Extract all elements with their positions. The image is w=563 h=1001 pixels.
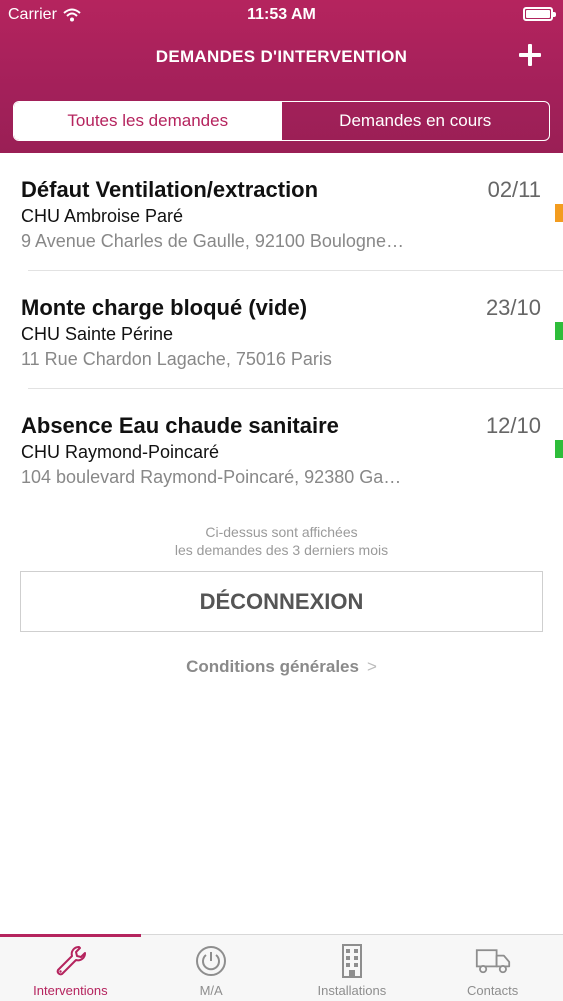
- tab-label: M/A: [199, 983, 223, 998]
- tab-label: Contacts: [466, 983, 519, 998]
- status-indicator: [555, 204, 563, 222]
- building-icon: [341, 944, 362, 978]
- tab-bar: Interventions M/A Installations Contacts: [0, 934, 563, 1001]
- chevron-right-icon: >: [366, 657, 377, 676]
- power-icon: [196, 946, 227, 976]
- request-title: Défaut Ventilation/extraction: [21, 177, 319, 202]
- request-title: Monte charge bloqué (vide): [21, 295, 308, 320]
- status-indicator: [555, 440, 563, 458]
- segment-toutes[interactable]: Toutes les demandes: [14, 102, 282, 140]
- request-row-3[interactable]: Absence Eau chaude sanitaire 12/10 CHU R…: [0, 389, 563, 507]
- header: Carrier 11:53 AM DEMANDES D'INTERVENTION…: [0, 0, 563, 153]
- tab-ma[interactable]: M/A: [141, 935, 282, 1001]
- request-address: 9 Avenue Charles de Gaulle, 92100 Boulog…: [21, 231, 404, 251]
- page-title: DEMANDES D'INTERVENTION: [155, 47, 408, 66]
- logout-button[interactable]: DÉCONNEXION: [20, 571, 543, 632]
- request-site: CHU Ambroise Paré: [21, 206, 184, 226]
- request-row-1[interactable]: Défaut Ventilation/extraction 02/11 CHU …: [0, 153, 563, 271]
- truck-icon: [475, 949, 510, 974]
- status-bar: Carrier 11:53 AM: [0, 0, 563, 30]
- request-title: Absence Eau chaude sanitaire: [21, 413, 339, 438]
- tab-installations[interactable]: Installations: [282, 935, 423, 1001]
- segment-en-cours[interactable]: Demandes en cours: [282, 102, 550, 140]
- add-request-button[interactable]: [515, 40, 545, 70]
- conditions-label: Conditions générales: [186, 657, 359, 676]
- tab-label: Interventions: [33, 983, 108, 998]
- request-date: 02/11: [487, 177, 541, 202]
- status-time: 11:53 AM: [247, 6, 316, 23]
- request-site: CHU Raymond-Poincaré: [21, 442, 220, 462]
- tab-contacts[interactable]: Contacts: [422, 935, 563, 1001]
- request-address: 11 Rue Chardon Lagache, 75016 Paris: [21, 349, 332, 369]
- tab-label: Installations: [317, 983, 387, 998]
- request-date: 23/10: [485, 295, 541, 320]
- request-site: CHU Sainte Périne: [21, 324, 174, 344]
- request-list: Défaut Ventilation/extraction 02/11 CHU …: [0, 153, 563, 507]
- battery-icon: [523, 7, 556, 21]
- request-row-2[interactable]: Monte charge bloqué (vide) 23/10 CHU Sai…: [0, 271, 563, 389]
- conditions-link[interactable]: Conditions générales >: [0, 657, 563, 677]
- tab-interventions[interactable]: Interventions: [0, 935, 141, 1001]
- history-note: Ci-dessus sont affichées les demandes de…: [0, 523, 563, 559]
- note-line-1: Ci-dessus sont affichées: [205, 524, 358, 540]
- wrench-icon: [57, 946, 87, 976]
- note-line-2: les demandes des 3 derniers mois: [174, 542, 389, 558]
- request-address: 104 boulevard Raymond-Poincaré, 92380 Ga…: [21, 467, 402, 487]
- status-indicator: [555, 322, 563, 340]
- segmented-control: Toutes les demandes Demandes en cours: [13, 101, 550, 141]
- request-date: 12/10: [485, 413, 541, 438]
